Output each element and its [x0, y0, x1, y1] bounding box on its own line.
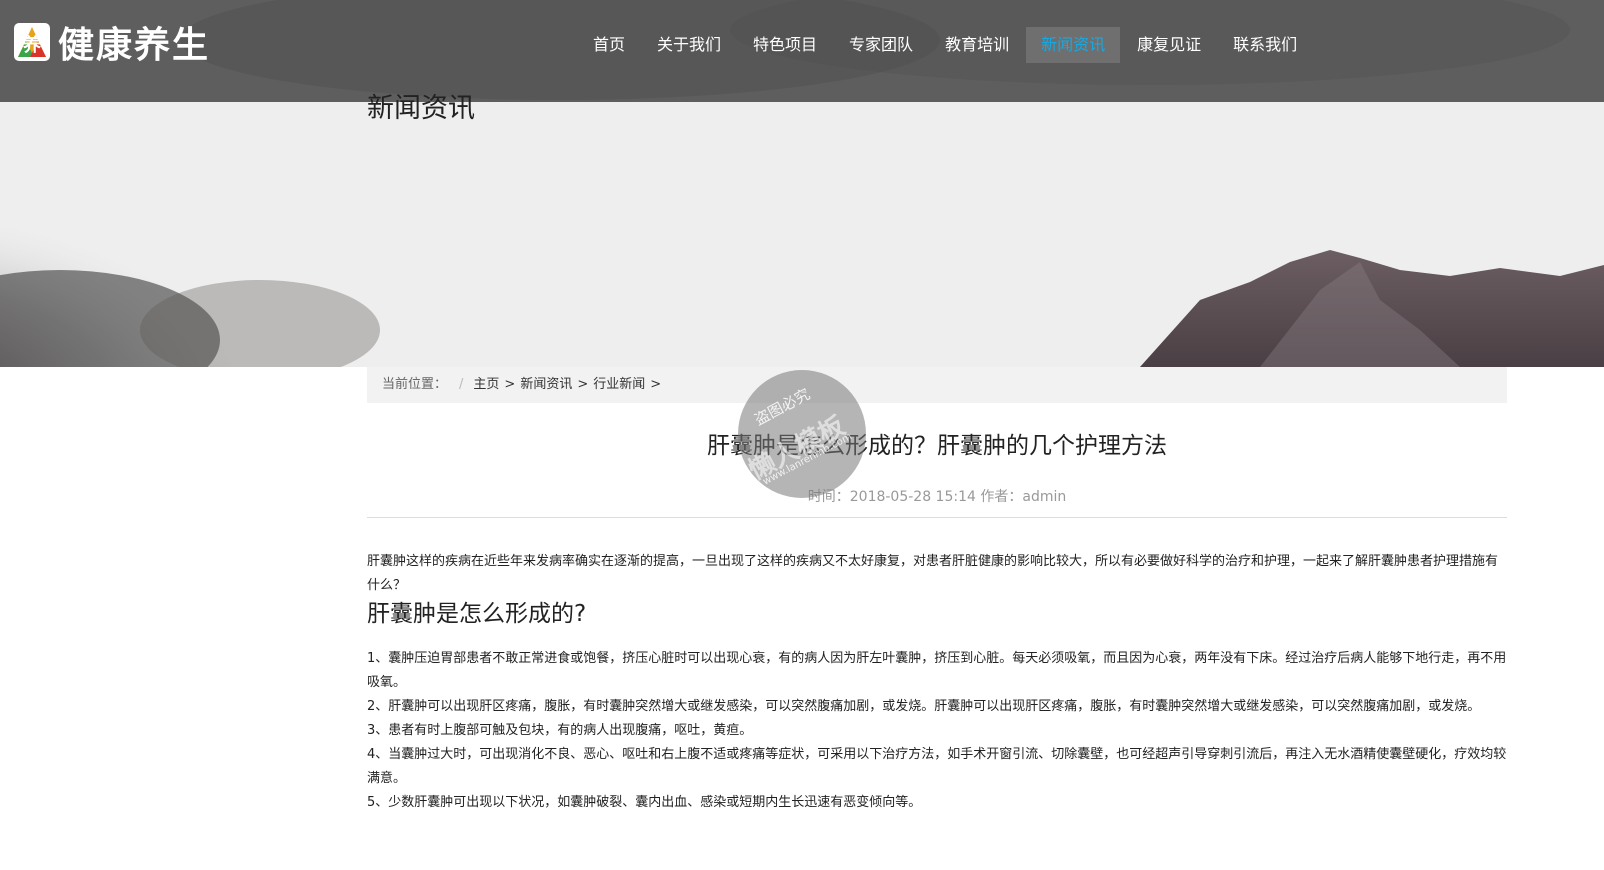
main-nav: 首页 关于我们 特色项目 专家团队 教育培训 新闻资讯 康复见证 联系我们 [578, 27, 1314, 63]
logo-badge-icon: 养 [12, 21, 52, 63]
meta-author-label: 作者： [980, 489, 1023, 505]
meta-author: admin [1022, 489, 1067, 505]
watermark: 盗图必究 懒人模板 www.lanrenmb.com [738, 370, 866, 498]
list-item: 1、囊肿压迫胃部患者不敢正常进食或饱餐，挤压心脏时可以出现心衰，有的病人因为肝左… [367, 651, 1507, 690]
list-item: 5、少数肝囊肿可出现以下状况，如囊肿破裂、囊内出血、感染或短期内生长迅速有恶变倾… [367, 795, 922, 810]
meta-time: 2018-05-28 15:14 [849, 489, 976, 505]
article-title: 肝囊肿是怎么形成的？肝囊肿的几个护理方法 [707, 433, 1167, 459]
breadcrumb-link-industry-news[interactable]: 行业新闻 [593, 377, 645, 392]
site-logo[interactable]: 养 健康养生 [12, 20, 210, 66]
list-item: 2、肝囊肿可以出现肝区疼痛，腹胀，有时囊肿突然增大或继发感染，可以突然腹痛加剧，… [367, 699, 1481, 714]
breadcrumb: 当前位置： / 主页 > 新闻资讯 > 行业新闻 > [367, 367, 1507, 403]
article-intro: 肝囊肿这样的疾病在近些年来发病率确实在逐渐的提高，一旦出现了这样的疾病又不太好康… [367, 554, 1499, 593]
divider [367, 517, 1507, 518]
nav-item-training[interactable]: 教育培训 [930, 27, 1024, 63]
article-meta: 时间：2018-05-28 15:14 作者：admin [367, 486, 1507, 506]
list-item: 3、患者有时上腹部可触及包块，有的病人出现腹痛，呕吐，黄疸。 [367, 723, 753, 738]
banner-title: 新闻资讯 [367, 93, 475, 124]
nav-item-contact[interactable]: 联系我们 [1218, 27, 1312, 63]
breadcrumb-gt: > [504, 377, 516, 392]
breadcrumb-link-news[interactable]: 新闻资讯 [520, 377, 572, 392]
list-item: 4、当囊肿过大时，可出现消化不良、恶心、呕吐和右上腹不适或疼痛等症状，可采用以下… [367, 747, 1507, 786]
breadcrumb-gt: > [650, 377, 662, 392]
nav-item-about[interactable]: 关于我们 [642, 27, 736, 63]
logo-badge-char: 养 [22, 34, 42, 56]
breadcrumb-label: 当前位置： [382, 377, 448, 392]
breadcrumb-gt: > [577, 377, 589, 392]
breadcrumb-link-home[interactable]: 主页 [473, 377, 499, 392]
nav-item-home[interactable]: 首页 [578, 27, 640, 63]
nav-item-experts[interactable]: 专家团队 [834, 27, 928, 63]
nav-item-news[interactable]: 新闻资讯 [1026, 27, 1121, 63]
logo-text: 健康养生 [58, 25, 211, 66]
breadcrumb-separator: / [459, 377, 464, 392]
nav-item-features[interactable]: 特色项目 [738, 27, 832, 63]
article-points: 1、囊肿压迫胃部患者不敢正常进食或饱餐，挤压心脏时可以出现心衰，有的病人因为肝左… [367, 647, 1507, 815]
site-header: 养 健康养生 首页 关于我们 特色项目 专家团队 教育培训 新闻资讯 康复见证 … [0, 0, 1604, 102]
article-subheading: 肝囊肿是怎么形成的? [367, 601, 587, 627]
nav-item-testimonials[interactable]: 康复见证 [1122, 27, 1216, 63]
